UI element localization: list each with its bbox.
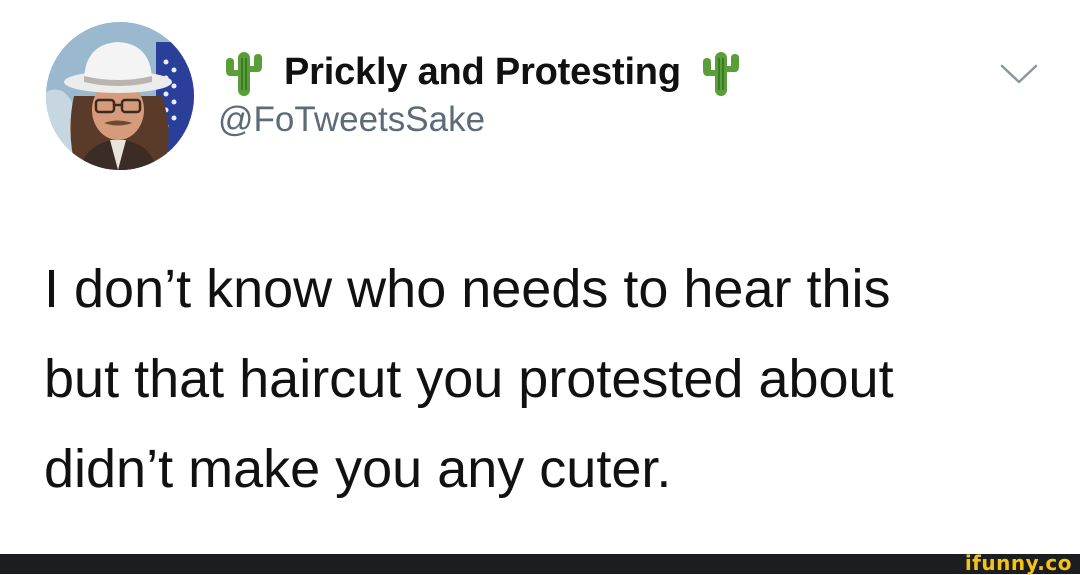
display-name-row[interactable]: Prickly and Protesting	[222, 44, 743, 100]
tweet-text: I don’t know who needs to hear this but …	[44, 244, 1044, 514]
ifunny-watermark: ifunny.co	[964, 551, 1072, 575]
avatar-image	[46, 22, 194, 170]
watermark-bar: ifunny.co	[0, 551, 1080, 575]
display-name: Prickly and Protesting	[284, 50, 681, 93]
tweet-text-line: didn’t make you any cuter.	[44, 439, 672, 499]
cactus-icon	[702, 52, 739, 96]
tweet-text-line: but that haircut you protested about	[44, 349, 894, 409]
chevron-down-icon[interactable]	[996, 58, 1042, 88]
tweet-card: Prickly and Protesting @FoTweetsSake I d…	[0, 0, 1080, 554]
avatar[interactable]	[46, 22, 194, 170]
tweet-text-line: I don’t know who needs to hear this	[44, 259, 891, 319]
cactus-icon	[226, 52, 262, 96]
user-handle[interactable]: @FoTweetsSake	[218, 100, 485, 140]
